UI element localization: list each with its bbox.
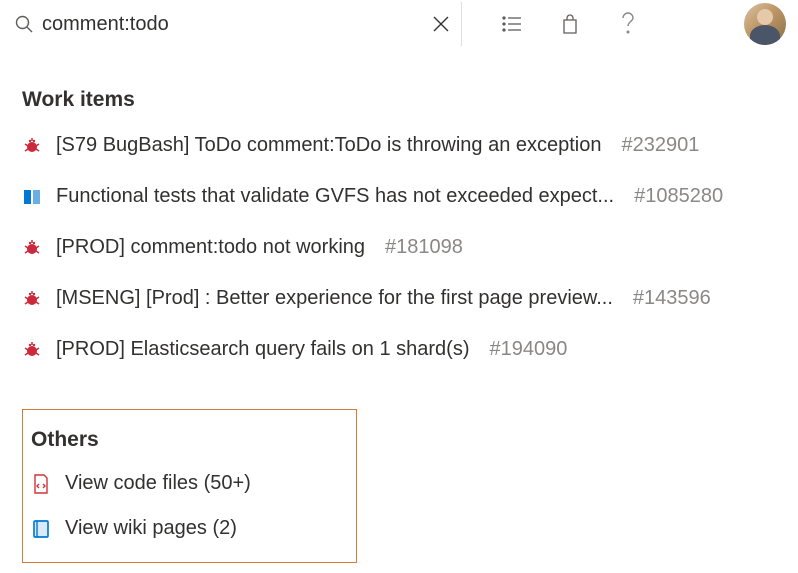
clear-search-button[interactable] <box>421 4 461 44</box>
others-heading: Others <box>31 428 338 452</box>
work-item-id: #143596 <box>633 287 711 310</box>
work-item-row[interactable]: [S79 BugBash] ToDo comment:ToDo is throw… <box>22 134 776 157</box>
work-items-list: [S79 BugBash] ToDo comment:ToDo is throw… <box>22 134 776 361</box>
search-results: Work items [S79 BugBash] ToDo comment:To… <box>0 48 798 573</box>
others-item-label: View wiki pages (2) <box>65 517 237 540</box>
work-item-title: [S79 BugBash] ToDo comment:ToDo is throw… <box>56 134 602 157</box>
work-item-title: [PROD] comment:todo not working <box>56 236 365 259</box>
work-item-row[interactable]: [PROD] Elasticsearch query fails on 1 sh… <box>22 338 776 361</box>
wiki-icon <box>31 519 51 539</box>
bug-icon <box>22 136 42 156</box>
user-avatar[interactable] <box>744 3 786 45</box>
work-item-row[interactable]: Functional tests that validate GVFS has … <box>22 185 776 208</box>
top-bar <box>0 0 798 48</box>
others-list: View code files (50+) View wiki pages (2… <box>31 472 338 540</box>
work-item-id: #194090 <box>490 338 568 361</box>
work-item-row[interactable]: [PROD] comment:todo not working #181098 <box>22 236 776 259</box>
bug-icon <box>22 340 42 360</box>
work-item-title: Functional tests that validate GVFS has … <box>56 185 614 208</box>
list-icon[interactable] <box>498 10 526 38</box>
shopping-bag-icon[interactable] <box>556 10 584 38</box>
others-item-label: View code files (50+) <box>65 472 251 495</box>
search-icon <box>12 12 36 36</box>
toolbar <box>498 10 642 38</box>
work-item-id: #232901 <box>622 134 700 157</box>
view-wiki-pages-link[interactable]: View wiki pages (2) <box>31 517 338 540</box>
code-file-icon <box>31 474 51 494</box>
help-icon[interactable] <box>614 10 642 38</box>
work-item-title: [PROD] Elasticsearch query fails on 1 sh… <box>56 338 470 361</box>
bug-icon <box>22 289 42 309</box>
bug-icon <box>22 238 42 258</box>
search-input[interactable] <box>36 9 421 40</box>
view-code-files-link[interactable]: View code files (50+) <box>31 472 338 495</box>
others-section: Others View code files (50+) <box>22 409 357 563</box>
spec-icon <box>22 187 42 207</box>
work-item-id: #1085280 <box>634 185 723 208</box>
work-item-title: [MSENG] [Prod] : Better experience for t… <box>56 287 613 310</box>
work-item-id: #181098 <box>385 236 463 259</box>
work-item-row[interactable]: [MSENG] [Prod] : Better experience for t… <box>22 287 776 310</box>
work-items-heading: Work items <box>22 88 776 112</box>
search-box <box>4 2 462 46</box>
